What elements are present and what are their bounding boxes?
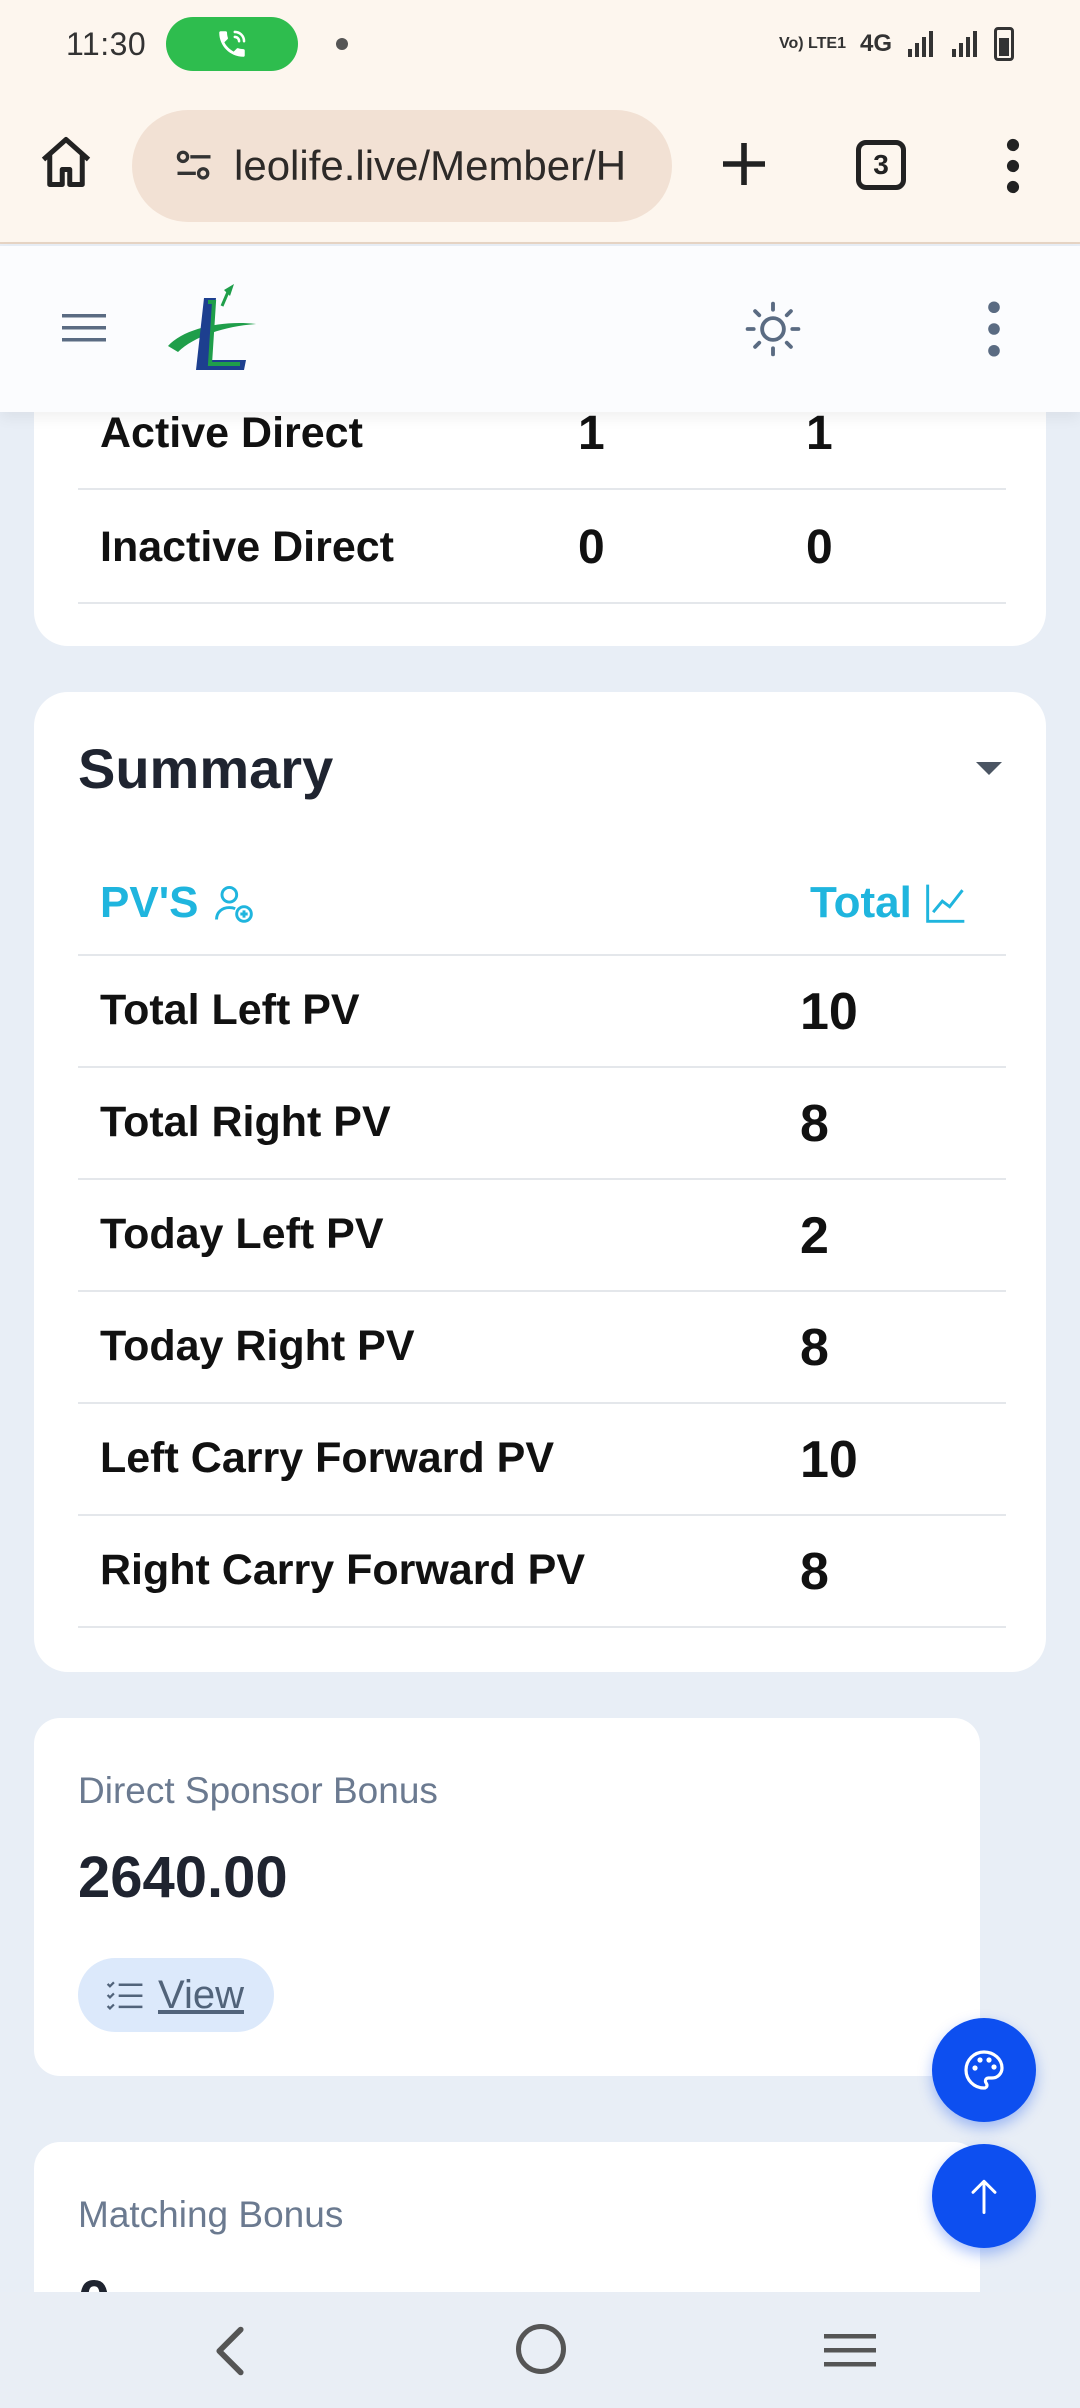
view-bonus-label: View [158, 1972, 244, 2017]
checklist-icon [106, 1981, 143, 2011]
summary-title: Summary [78, 737, 334, 800]
browser-toolbar: leolife.live/Member/H 3 [0, 88, 1080, 244]
column-header-pv: PV'S [100, 878, 255, 928]
stats-left-value: 1 [578, 406, 605, 460]
column-header-total-label: Total [810, 878, 912, 927]
direct-stats-card: Active Direct 1 1 Inactive Direct 0 0 [34, 380, 1046, 646]
collapse-caret-icon[interactable] [976, 762, 1002, 775]
network-type: 4G [859, 30, 892, 57]
column-header-pv-label: PV'S [100, 878, 199, 927]
hamburger-menu-icon[interactable] [62, 310, 106, 346]
stats-row-inactive-direct: Inactive Direct 0 0 [78, 492, 1006, 604]
status-time: 11:30 [66, 25, 147, 62]
summary-row-label: Left Carry Forward PV [100, 1434, 554, 1482]
summary-row-value: 10 [800, 983, 858, 1041]
summary-row-value: 10 [800, 1431, 858, 1489]
summary-card: Summary PV'S Total Total Left PV 10 Tota… [34, 692, 1046, 1672]
system-navigation-bar [0, 2292, 1080, 2408]
stats-label: Inactive Direct [100, 522, 394, 571]
signal-icon-2 [952, 31, 977, 57]
site-settings-icon[interactable] [172, 144, 216, 188]
summary-row: Left Carry Forward PV 10 [78, 1404, 1006, 1516]
home-icon[interactable] [36, 132, 96, 192]
summary-row: Today Right PV 8 [78, 1292, 1006, 1404]
column-header-total: Total [810, 878, 968, 928]
phone-icon [219, 30, 246, 57]
stats-label: Active Direct [100, 408, 363, 457]
summary-row-value: 8 [800, 1095, 829, 1153]
battery-icon [994, 27, 1014, 61]
summary-row-value: 8 [800, 1543, 829, 1601]
ongoing-call-pill[interactable] [166, 17, 299, 71]
summary-row: Total Right PV 8 [78, 1068, 1006, 1180]
summary-row-label: Today Left PV [100, 1210, 384, 1258]
user-plus-icon [214, 885, 253, 923]
summary-row-label: Today Right PV [100, 1322, 415, 1370]
bonus-value: 2640.00 [78, 1845, 288, 1910]
stats-right-value: 1 [806, 406, 833, 460]
back-icon[interactable] [210, 2326, 250, 2376]
scroll-to-top-button[interactable] [932, 2144, 1036, 2248]
summary-row-value: 2 [800, 1207, 829, 1265]
summary-row: Today Left PV 2 [78, 1180, 1006, 1292]
summary-row-label: Total Right PV [100, 1098, 391, 1146]
stats-right-value: 0 [806, 520, 833, 574]
summary-table-header: PV'S Total [78, 842, 1006, 956]
theme-palette-button[interactable] [932, 2018, 1036, 2122]
status-bar: 11:30 Vo) LTE1 4G [0, 0, 1080, 88]
arrow-up-icon [971, 2179, 997, 2214]
summary-row-value: 8 [800, 1319, 829, 1377]
chart-line-icon [926, 884, 965, 923]
tab-switcher-button[interactable]: 3 [856, 140, 906, 190]
browser-menu-icon[interactable] [1000, 138, 1026, 194]
summary-row: Right Carry Forward PV 8 [78, 1516, 1006, 1628]
recent-apps-icon[interactable] [824, 2330, 876, 2370]
summary-row-label: Right Carry Forward PV [100, 1546, 586, 1594]
theme-toggle-sun-icon[interactable] [744, 300, 802, 358]
matching-label: Matching Bonus [78, 2194, 344, 2235]
notification-dot [336, 38, 349, 50]
bonus-label: Direct Sponsor Bonus [78, 1770, 438, 1811]
view-bonus-button[interactable]: View [78, 1958, 274, 2032]
summary-row-label: Total Left PV [100, 986, 360, 1034]
app-options-icon[interactable] [984, 300, 1004, 358]
url-text: leolife.live/Member/H [234, 142, 627, 189]
app-header [0, 246, 1080, 412]
address-bar[interactable]: leolife.live/Member/H [132, 110, 672, 222]
status-indicators: Vo) LTE1 4G [779, 27, 1014, 61]
palette-icon [964, 2050, 1004, 2090]
leolife-logo[interactable] [164, 284, 264, 374]
new-tab-icon[interactable] [716, 136, 772, 192]
volte-label: Vo) LTE1 [779, 35, 846, 52]
direct-sponsor-bonus-card: Direct Sponsor Bonus 2640.00 View [34, 1718, 980, 2076]
stats-left-value: 0 [578, 520, 605, 574]
summary-row: Total Left PV 10 [78, 956, 1006, 1068]
home-circle-icon[interactable] [516, 2324, 566, 2374]
signal-icon [908, 31, 933, 57]
